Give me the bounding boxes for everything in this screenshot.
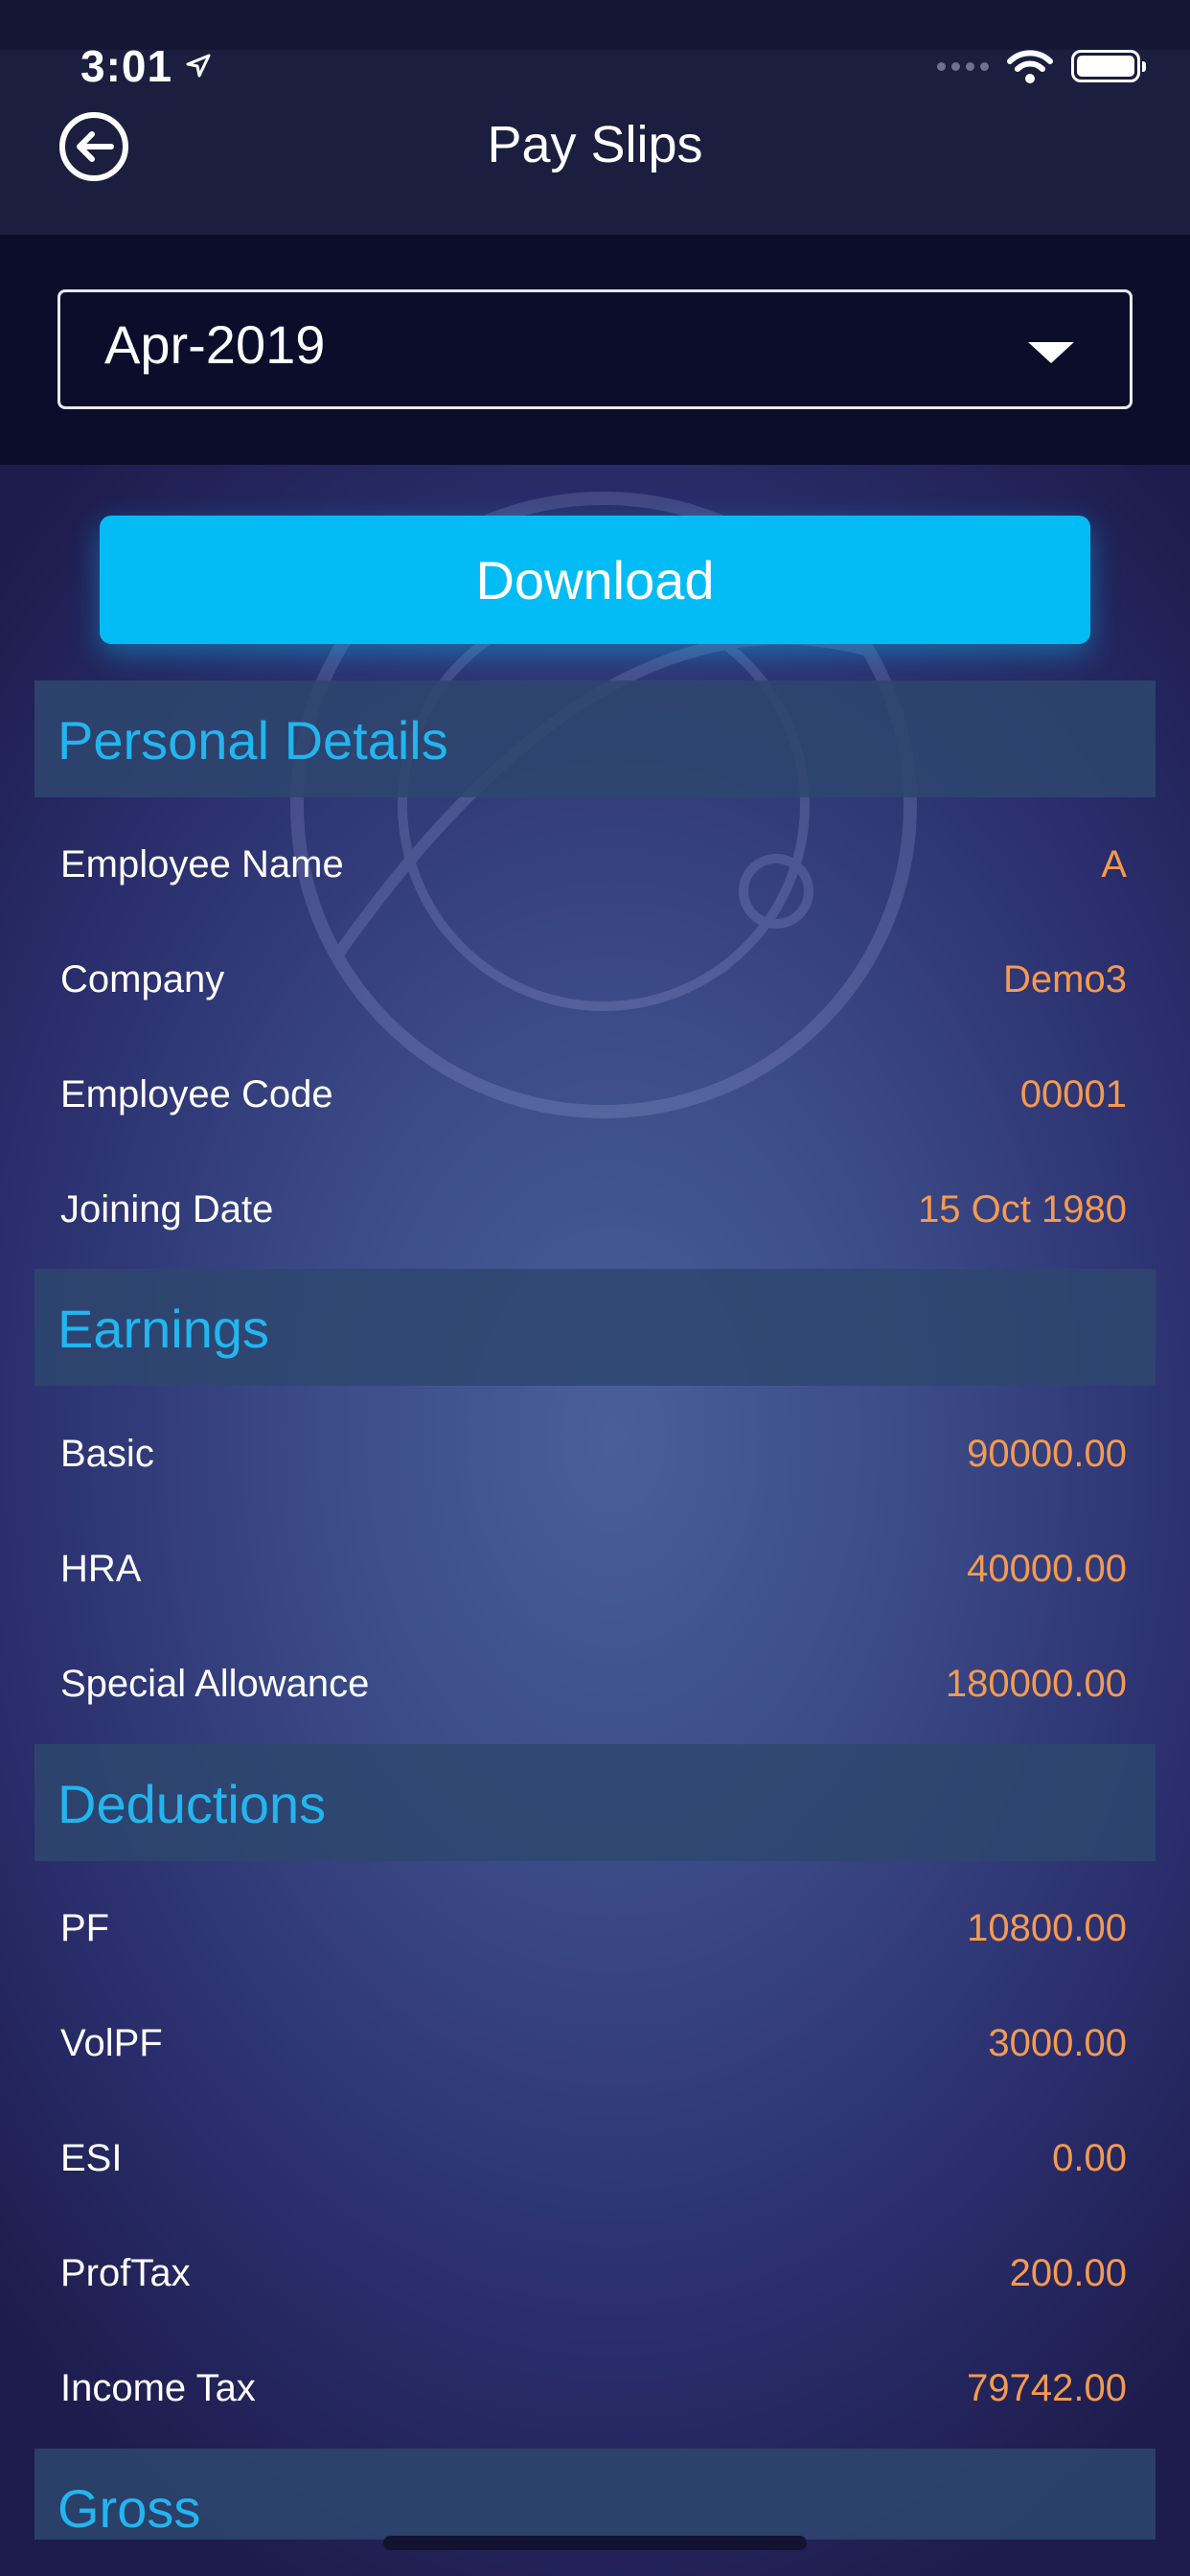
earnings-row-hra: HRA 40000.00	[0, 1513, 1190, 1628]
deductions-row-volpf: VolPF 3000.00	[0, 1988, 1190, 2103]
wifi-icon	[1007, 50, 1053, 83]
section-header-gross: Gross	[34, 2449, 1156, 2540]
row-value: 200.00	[1009, 2252, 1127, 2294]
row-value: 15 Oct 1980	[918, 1188, 1127, 1230]
deductions-row-proftax: ProfTax 200.00	[0, 2218, 1190, 2333]
row-label: Income Tax	[60, 2367, 256, 2409]
row-value: Demo3	[1003, 958, 1127, 1000]
month-dropdown[interactable]: Apr-2019	[57, 289, 1133, 409]
row-value: 10800.00	[967, 1907, 1127, 1949]
section-title: Personal Details	[57, 710, 448, 770]
deductions-row-pf: PF 10800.00	[0, 1873, 1190, 1988]
row-label: Joining Date	[60, 1188, 274, 1230]
row-label: Employee Name	[60, 843, 344, 886]
page-title: Pay Slips	[487, 116, 703, 173]
row-value: 00001	[1019, 1073, 1127, 1116]
section-title: Deductions	[57, 1774, 327, 1834]
download-button[interactable]: Download	[100, 516, 1090, 644]
row-value: 79742.00	[967, 2367, 1127, 2409]
row-label: ProfTax	[60, 2252, 191, 2294]
status-time: 3:01	[80, 41, 173, 91]
row-value: A	[1101, 843, 1127, 886]
detail-row-joining-date: Joining Date 15 Oct 1980	[0, 1154, 1190, 1269]
row-label: Basic	[60, 1433, 154, 1475]
deductions-row-income-tax: Income Tax 79742.00	[0, 2333, 1190, 2448]
row-value: 3000.00	[988, 2022, 1127, 2064]
row-value: 40000.00	[967, 1548, 1127, 1590]
row-label: Special Allowance	[60, 1663, 370, 1705]
section-header-earnings: Earnings	[34, 1269, 1156, 1386]
row-label: Employee Code	[60, 1073, 333, 1116]
detail-row-company: Company Demo3	[0, 924, 1190, 1039]
row-value: 0.00	[1052, 2137, 1127, 2179]
detail-row-employee-name: Employee Name A	[0, 809, 1190, 924]
section-header-deductions: Deductions	[34, 1744, 1156, 1861]
row-value: 90000.00	[967, 1433, 1127, 1475]
section-title: Earnings	[57, 1299, 270, 1359]
location-arrow-icon	[186, 54, 211, 78]
status-indicators	[937, 48, 1146, 84]
row-label: PF	[60, 1907, 110, 1949]
row-label: Company	[60, 958, 225, 1000]
detail-row-employee-code: Employee Code 00001	[0, 1039, 1190, 1154]
month-dropdown-value: Apr-2019	[104, 314, 326, 375]
earnings-row-special-allowance: Special Allowance 180000.00	[0, 1628, 1190, 1743]
caret-down-icon	[1028, 342, 1074, 363]
top-edge	[0, 0, 1190, 50]
row-label: VolPF	[60, 2022, 163, 2064]
deductions-row-esi: ESI 0.00	[0, 2103, 1190, 2218]
home-indicator[interactable]	[383, 2536, 807, 2550]
row-label: HRA	[60, 1548, 142, 1590]
earnings-row-basic: Basic 90000.00	[0, 1398, 1190, 1513]
section-title: Gross	[57, 2478, 201, 2539]
row-value: 180000.00	[945, 1663, 1127, 1705]
section-header-personal-details: Personal Details	[34, 680, 1156, 797]
battery-icon	[1071, 50, 1146, 82]
row-label: ESI	[60, 2137, 123, 2179]
cellular-signal-icon	[937, 61, 989, 71]
